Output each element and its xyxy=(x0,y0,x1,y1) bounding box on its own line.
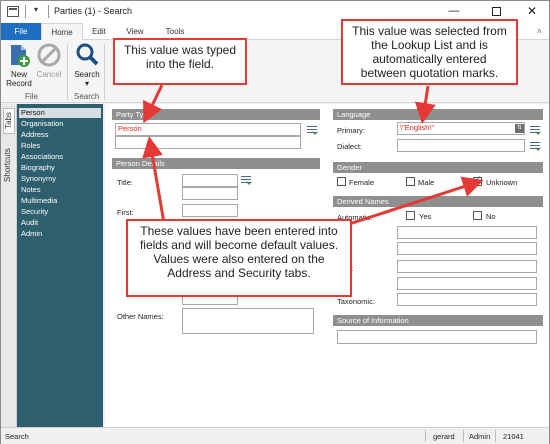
new-record-label-line1: New xyxy=(10,70,27,79)
title-field-secondary[interactable] xyxy=(182,187,238,200)
status-bar: Search gerard Admin 21041 xyxy=(1,427,549,444)
quick-access-dropdown-icon[interactable]: ▾ xyxy=(34,5,38,14)
search-label: Search xyxy=(74,70,100,79)
tab-edit[interactable]: Edit xyxy=(85,23,113,40)
ribbon-collapse-icon[interactable]: ˄ xyxy=(537,27,542,36)
lookup-list-icon[interactable] xyxy=(307,124,318,135)
automatic-no-label: No xyxy=(486,212,496,221)
new-record-button[interactable]: New Record xyxy=(5,42,33,88)
ribbon-group-label-file: File xyxy=(25,92,38,101)
other-names-label: Other Names: xyxy=(117,312,164,321)
nav-item-notes[interactable]: Notes xyxy=(19,185,101,195)
lookup-list-icon[interactable] xyxy=(530,124,541,135)
cancel-label: Cancel xyxy=(36,70,62,79)
search-button[interactable]: Search ▾ xyxy=(71,42,103,88)
window-title: Parties (1) - Search xyxy=(54,6,133,16)
party-type-header: Party Type xyxy=(112,109,320,120)
gender-header: Gender xyxy=(333,162,543,173)
nav-item-synonymy[interactable]: Synonymy xyxy=(19,174,101,184)
nav-item-audit[interactable]: Audit xyxy=(19,218,101,228)
tab-navigation-panel: Person Organisation Address Roles Associ… xyxy=(17,104,103,427)
status-record-id: 21041 xyxy=(503,432,524,441)
automatic-yes-checkbox[interactable] xyxy=(406,211,415,220)
gender-male-label: Male xyxy=(418,178,435,187)
nav-item-admin[interactable]: Admin xyxy=(19,229,101,239)
derived-names-header: Derived Names xyxy=(333,196,543,207)
callout-typed-value: This value was typed into the field. xyxy=(113,38,247,85)
quick-access-separator xyxy=(48,5,49,18)
side-tab-strip: Tabs Shortcuts xyxy=(1,104,17,427)
close-button[interactable]: ✕ xyxy=(517,1,547,23)
cancel-icon xyxy=(36,42,62,68)
derived-name-field[interactable] xyxy=(397,260,537,273)
ribbon-group-label-search: Search xyxy=(74,92,100,101)
first-name-field[interactable] xyxy=(182,204,238,217)
primary-language-field[interactable]: \"English\" xyxy=(397,122,525,135)
status-role: Admin xyxy=(469,432,491,441)
person-details-header: Person Details xyxy=(112,158,320,169)
nav-item-biography[interactable]: Biography xyxy=(19,163,101,173)
quick-access-separator xyxy=(25,5,26,18)
automatic-no-checkbox[interactable] xyxy=(473,211,482,220)
gender-male-checkbox[interactable] xyxy=(406,177,415,186)
language-header: Language xyxy=(333,109,543,120)
tab-file[interactable]: File xyxy=(1,23,41,40)
status-separator xyxy=(425,430,426,442)
side-tab-tabs[interactable]: Tabs xyxy=(3,108,15,134)
source-of-information-field[interactable] xyxy=(337,330,537,344)
title-label: Title: xyxy=(117,178,133,187)
gender-female-checkbox[interactable] xyxy=(337,177,346,186)
tab-home[interactable]: Home xyxy=(41,23,83,41)
callout-default-values: These values have been entered into fiel… xyxy=(126,219,352,297)
side-tab-shortcuts[interactable]: Shortcuts xyxy=(3,140,15,190)
ribbon-group-separator xyxy=(104,44,105,100)
derived-name-field[interactable] xyxy=(397,242,537,255)
gender-unknown-checkbox[interactable] xyxy=(473,175,482,186)
status-separator xyxy=(495,430,496,442)
search-icon xyxy=(74,42,100,68)
new-record-label-line2: Record xyxy=(6,79,32,88)
gender-female-label: Female xyxy=(349,178,375,187)
search-dropdown-icon: ▾ xyxy=(84,79,89,88)
callout-lookup-value: This value was selected from the Lookup … xyxy=(341,19,518,85)
derived-name-field[interactable] xyxy=(397,226,537,239)
nav-item-roles[interactable]: Roles xyxy=(19,141,101,151)
primary-language-label: Primary: xyxy=(337,126,365,135)
cancel-button[interactable]: Cancel xyxy=(34,42,64,79)
nav-item-address[interactable]: Address xyxy=(19,130,101,140)
derived-name-field[interactable] xyxy=(397,277,537,290)
status-mode: Search xyxy=(5,432,29,441)
gender-unknown-label: Unknown xyxy=(486,178,518,187)
nav-item-organisation[interactable]: Organisation xyxy=(19,119,101,129)
nav-item-multimedia[interactable]: Multimedia xyxy=(19,196,101,206)
new-record-icon xyxy=(6,42,32,68)
source-of-information-header: Source of Information xyxy=(333,315,543,326)
status-separator xyxy=(463,430,464,442)
first-name-label: First: xyxy=(117,208,134,217)
nav-item-security[interactable]: Security xyxy=(19,207,101,217)
party-type-field[interactable]: Person xyxy=(115,123,301,136)
dialect-field[interactable] xyxy=(397,139,525,152)
dialect-label: Dialect: xyxy=(337,142,363,151)
status-user: gerard xyxy=(433,432,455,441)
maximize-icon xyxy=(491,6,501,16)
other-names-field[interactable] xyxy=(182,308,314,334)
lookup-list-icon[interactable] xyxy=(241,174,252,185)
nav-item-person[interactable]: Person xyxy=(19,108,101,118)
title-field[interactable] xyxy=(182,174,238,187)
nav-item-associations[interactable]: Associations xyxy=(19,152,101,162)
lookup-list-icon[interactable] xyxy=(530,140,541,151)
app-icon[interactable] xyxy=(7,6,19,17)
party-type-field-secondary[interactable] xyxy=(115,136,301,149)
ribbon-group-separator xyxy=(67,44,68,100)
taxonomic-field[interactable] xyxy=(397,293,537,306)
taxonomic-label: Taxonomic: xyxy=(337,297,375,306)
automatic-yes-label: Yes xyxy=(419,212,432,221)
spinner-icon[interactable]: ⇅ xyxy=(515,124,524,133)
